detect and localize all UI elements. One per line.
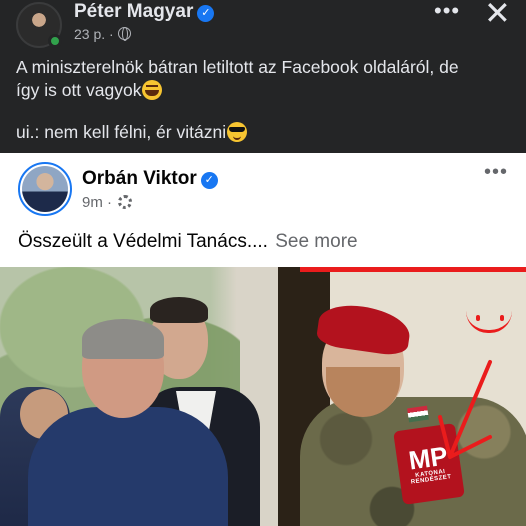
author-name-text[interactable]: Péter Magyar xyxy=(74,1,193,22)
shared-post-avatar xyxy=(18,162,72,216)
post-text-line-1: A miniszterelnök bátran letiltott az Fac… xyxy=(16,57,459,77)
post-text-line-3: ui.: nem kell félni, ér vitázni xyxy=(16,120,248,144)
annotation-red-line xyxy=(300,267,526,272)
verified-badge-icon: ✓ xyxy=(200,172,218,189)
post-text-line-2: így is ott vagyok xyxy=(16,78,163,102)
post-time[interactable]: 23 p. xyxy=(74,26,105,42)
close-icon[interactable]: ✕ xyxy=(484,0,511,32)
avatar[interactable] xyxy=(16,2,62,48)
post-text-line-2-text: így is ott vagyok xyxy=(16,80,142,100)
shared-post-meta: 9m · xyxy=(82,194,133,211)
globe-icon xyxy=(117,27,131,41)
meta-separator: · xyxy=(107,194,113,211)
military-police-patch: MP KATONAI RENDÉSZET xyxy=(393,423,465,505)
hungarian-flag-patch xyxy=(407,405,429,423)
shared-post-text: Összeült a Védelmi Tanács.... See more xyxy=(18,231,358,253)
shared-post-author-text: Orbán Viktor xyxy=(82,168,197,189)
shared-post-photo: MP KATONAI RENDÉSZET xyxy=(0,267,526,526)
shared-post-author: Orbán Viktor ✓ xyxy=(82,168,218,190)
see-more-link: See more xyxy=(275,231,358,252)
shared-post-more-icon: ••• xyxy=(484,161,509,183)
online-status-icon xyxy=(48,34,62,48)
prime-minister-suit xyxy=(28,407,228,526)
verified-badge-icon: ✓ xyxy=(197,5,215,22)
face-with-tears-of-joy-icon xyxy=(142,80,163,100)
shared-post-time: 9m xyxy=(82,194,103,211)
aide-hair xyxy=(150,297,208,323)
outer-post-header: Péter Magyar ✓ 23 p. · ••• ✕ xyxy=(0,0,526,50)
shared-post-text-body: Összeült a Védelmi Tanács.... xyxy=(18,231,268,252)
annotation-smiley-eye xyxy=(500,315,504,321)
meta-separator: · xyxy=(109,26,114,42)
sunglasses-face-icon xyxy=(227,122,248,142)
author-name[interactable]: Péter Magyar ✓ xyxy=(74,1,215,23)
prime-minister-hair xyxy=(82,319,164,359)
more-options-icon[interactable]: ••• xyxy=(434,0,460,24)
post-text-line-3-text: ui.: nem kell félni, ér vitázni xyxy=(16,122,227,142)
post-meta: 23 p. · xyxy=(74,26,131,42)
gear-icon xyxy=(118,195,133,209)
annotation-smiley-eye xyxy=(476,315,480,321)
shared-post-screenshot[interactable]: Orbán Viktor ✓ 9m · ••• Összeült a Védelm… xyxy=(0,153,526,526)
profile-picture xyxy=(22,166,68,212)
